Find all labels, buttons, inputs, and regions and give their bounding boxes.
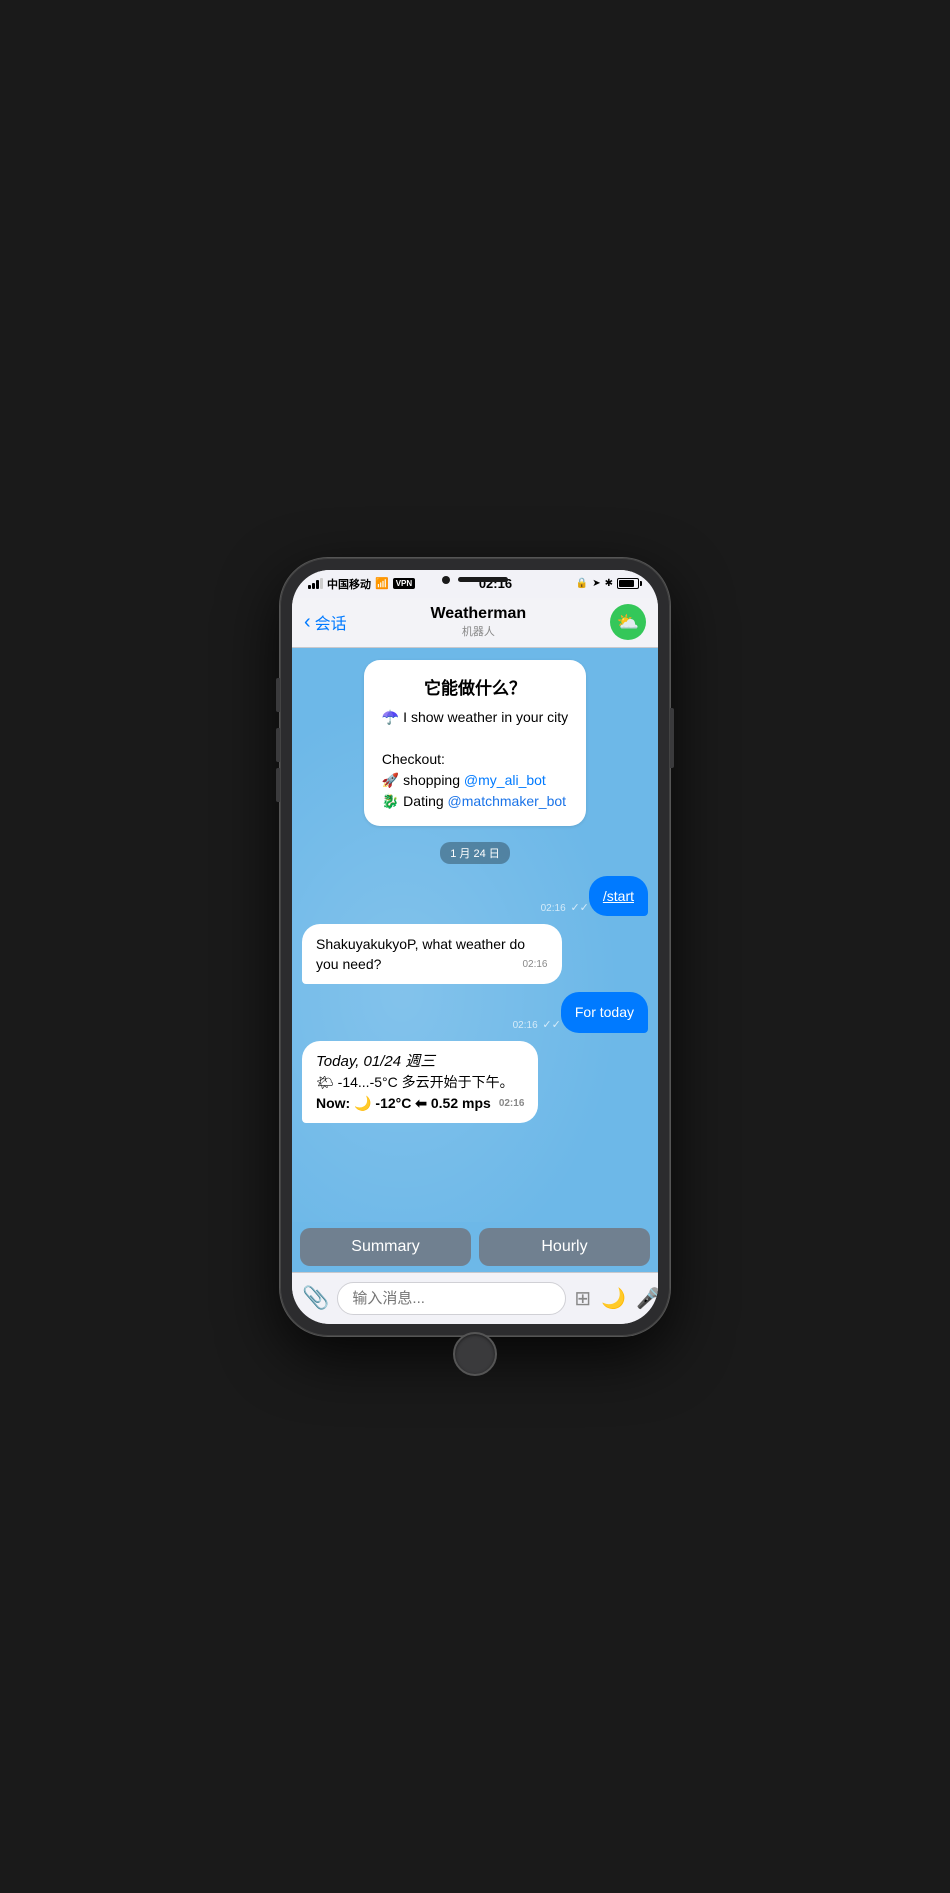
signal-bar-1 (308, 585, 311, 589)
bot1-text: ShakuyakukyoP, what weather do you need? (316, 936, 525, 972)
received-bot1-bubble: ShakuyakukyoP, what weather do you need?… (302, 924, 562, 985)
back-button[interactable]: ‹ 会话 (304, 610, 347, 634)
hourly-button[interactable]: Hourly (479, 1228, 650, 1266)
bot-avatar[interactable]: ⛅ (610, 604, 646, 640)
chat-area[interactable]: 它能做什么？ ☂️ I show weather in your city Ch… (292, 648, 658, 1222)
input-right-icons: ⊞ 🌙 🎤 (574, 1286, 658, 1311)
summary-button[interactable]: Summary (300, 1228, 471, 1266)
home-button[interactable] (453, 1332, 497, 1376)
message-input[interactable] (337, 1282, 566, 1315)
mic-icon[interactable]: 🎤 (636, 1286, 658, 1311)
intro-shopping-link[interactable]: @my_ali_bot (464, 772, 546, 788)
fortoday-double-check-icon: ✓✓ (542, 1019, 560, 1031)
location-icon: ➤ (592, 578, 600, 589)
received-bot1-wrapper: ShakuyakukyoP, what weather do you need?… (302, 924, 648, 985)
signal-bar-3 (316, 580, 319, 589)
sent-start-wrapper: 02:16 ✓✓ /start (302, 876, 648, 916)
vpn-badge: VPN (393, 578, 415, 589)
intro-message-wrapper: 它能做什么？ ☂️ I show weather in your city Ch… (302, 660, 648, 830)
intro-title: 它能做什么？ (382, 674, 568, 699)
status-bar: 中国移动 📶 VPN 02:16 🔒 ➤ ✱ (292, 570, 658, 598)
speaker-bar (458, 577, 508, 582)
phone-device: 中国移动 📶 VPN 02:16 🔒 ➤ ✱ ‹ 会话 (280, 558, 670, 1336)
intro-line1: ☂️ I show weather in your city (382, 707, 568, 728)
sent-fortoday-bubble: For today (561, 992, 648, 1032)
signal-bar-4 (320, 578, 323, 589)
sent-fortoday-wrapper: 02:16 ✓✓ For today (302, 992, 648, 1032)
received-weather-wrapper: Today, 01/24 週三 🌤 -14...-5°C 多云开始于下午。 No… (302, 1041, 648, 1123)
intro-dating-line: 🐉 Dating @matchmaker_bot (382, 791, 568, 812)
intro-shopping-text: 🚀 shopping (382, 772, 460, 788)
input-bar: 📎 ⊞ 🌙 🎤 (292, 1272, 658, 1324)
status-right: 🔒 ➤ ✱ (576, 578, 642, 589)
weather-line1: Today, 01/24 週三 (316, 1051, 524, 1073)
emoji-icon[interactable]: 🌙 (601, 1286, 626, 1311)
weather-line2: 🌤 -14...-5°C 多云开始于下午。 (316, 1072, 524, 1092)
fortoday-text: For today (575, 1004, 634, 1020)
home-button-area (292, 1324, 658, 1384)
phone-screen: 中国移动 📶 VPN 02:16 🔒 ➤ ✱ ‹ 会话 (292, 570, 658, 1324)
camera-area (442, 576, 508, 584)
intro-bubble: 它能做什么？ ☂️ I show weather in your city Ch… (364, 660, 586, 826)
weather-time: 02:16 (499, 1097, 525, 1112)
lock-icon: 🔒 (576, 578, 588, 589)
date-divider-text: 1 月 24 日 (440, 842, 510, 864)
nav-title-subtitle: 机器人 (430, 623, 526, 639)
intro-checkout: Checkout: (382, 749, 568, 770)
status-left: 中国移动 📶 VPN (308, 576, 415, 592)
sticker-icon[interactable]: ⊞ (574, 1286, 591, 1311)
intro-dating-link[interactable]: @matchmaker_bot (448, 793, 566, 809)
start-command-text: /start (603, 888, 634, 904)
quick-replies-bar: Summary Hourly (292, 1222, 658, 1272)
attachment-icon[interactable]: 📎 (302, 1285, 329, 1311)
nav-title-main: Weatherman (430, 605, 526, 623)
intro-shopping-line: 🚀 shopping @my_ali_bot (382, 770, 568, 791)
double-check-icon: ✓✓ (570, 902, 588, 914)
battery-indicator (617, 578, 642, 589)
back-chevron-icon: ‹ (304, 612, 311, 632)
wifi-icon: 📶 (375, 577, 389, 590)
sent-fortoday-time: 02:16 ✓✓ (513, 1018, 561, 1031)
carrier-label: 中国移动 (327, 576, 371, 592)
nav-title-block: Weatherman 机器人 (430, 605, 526, 639)
signal-bar-2 (312, 583, 315, 589)
bluetooth-icon: ✱ (605, 578, 613, 589)
intro-body: ☂️ I show weather in your city Checkout:… (382, 707, 568, 812)
camera-dot (442, 576, 450, 584)
intro-dating-text: 🐉 Dating (382, 793, 444, 809)
signal-icon (308, 578, 323, 589)
nav-bar: ‹ 会话 Weatherman 机器人 ⛅ (292, 598, 658, 648)
bot-avatar-icon: ⛅ (617, 612, 639, 633)
received-weather-bubble: Today, 01/24 週三 🌤 -14...-5°C 多云开始于下午。 No… (302, 1041, 538, 1123)
sent-start-bubble: /start (589, 876, 648, 916)
sent-start-time: 02:16 ✓✓ (541, 901, 589, 914)
back-label: 会话 (315, 610, 347, 634)
weather-line3: Now: 🌙 -12°C ⬅ 0.52 mps 02:16 (316, 1093, 524, 1113)
bot1-time: 02:16 (522, 958, 547, 973)
date-divider: 1 月 24 日 (302, 842, 648, 864)
